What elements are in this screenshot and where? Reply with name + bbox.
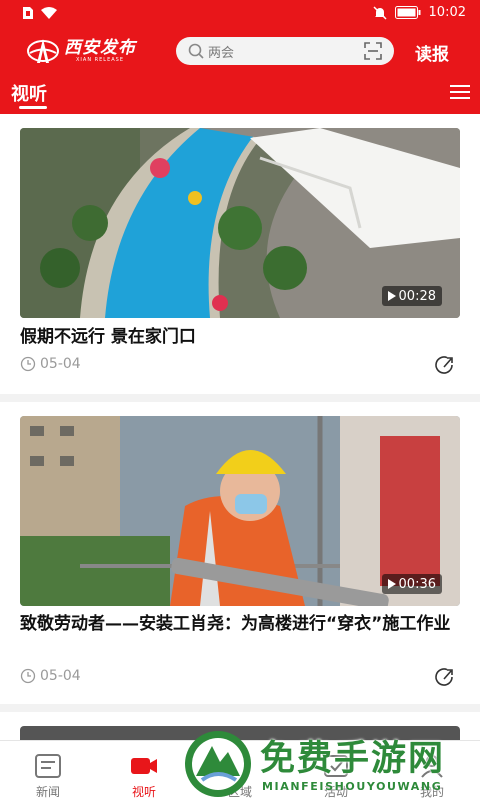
- nav-video-label: 视听: [131, 785, 156, 799]
- duration-text: 00:36: [398, 576, 436, 592]
- mute-icon: [373, 5, 387, 20]
- app-header: 西安发布 XIAN RELEASE 两会 读报: [0, 28, 480, 74]
- news-icon: [35, 754, 61, 778]
- read-paper-button[interactable]: 读报: [415, 40, 449, 65]
- watermark-logo-icon: [185, 731, 251, 797]
- video-meta: 05-04: [20, 668, 81, 684]
- nav-video[interactable]: 视听: [96, 741, 192, 801]
- card-separator: [0, 704, 480, 712]
- video-feed[interactable]: 00:28 假期不远行 景在家门口 05-04 00:36 致敬劳动者——安装工…: [0, 114, 480, 740]
- channel-tabbar: 视听: [0, 74, 480, 114]
- duration-text: 00:28: [398, 288, 436, 304]
- scan-icon[interactable]: [364, 42, 382, 60]
- tab-audiovisual[interactable]: 视听: [11, 80, 47, 106]
- wifi-icon: [41, 7, 57, 19]
- video-thumbnail[interactable]: 00:28: [20, 128, 460, 318]
- video-duration: 00:36: [381, 574, 442, 594]
- search-placeholder: 两会: [208, 45, 235, 61]
- logo-emblem-icon: [27, 39, 59, 63]
- clock-icon: [20, 356, 36, 372]
- nav-news[interactable]: 新闻: [0, 741, 96, 801]
- video-thumbnail[interactable]: 00:36: [20, 416, 460, 606]
- battery-icon: [394, 6, 421, 19]
- video-title[interactable]: 致敬劳动者——安装工肖尧：为高楼进行“穿衣”施工作业: [20, 610, 460, 638]
- watermark-sub: MIANFEISHOUYOUWANG: [262, 780, 443, 793]
- video-card[interactable]: 00:28 假期不远行 景在家门口 05-04: [0, 114, 480, 394]
- menu-icon[interactable]: [449, 83, 471, 101]
- video-meta: 05-04: [20, 356, 81, 372]
- sim-icon: [23, 7, 33, 19]
- play-icon: [387, 291, 396, 301]
- search-icon: [188, 43, 204, 59]
- nav-news-label: 新闻: [35, 785, 60, 799]
- tab-underline: [19, 106, 47, 109]
- app-logo[interactable]: 西安发布 XIAN RELEASE: [26, 36, 136, 66]
- card-separator: [0, 394, 480, 402]
- logo-name: 西安发布: [64, 37, 136, 58]
- video-title[interactable]: 假期不远行 景在家门口: [20, 323, 460, 351]
- clock-icon: [20, 668, 36, 684]
- video-card[interactable]: 00:36 致敬劳动者——安装工肖尧：为高楼进行“穿衣”施工作业 05-04: [0, 402, 480, 712]
- watermark-overlay: 免费手游网 MIANFEISHOUYOUWANG: [180, 728, 480, 800]
- share-icon[interactable]: [432, 353, 456, 377]
- video-date: 05-04: [40, 668, 81, 684]
- logo-sub: XIAN RELEASE: [76, 56, 124, 63]
- search-input[interactable]: 两会: [176, 37, 394, 65]
- video-icon: [131, 758, 157, 774]
- video-duration: 00:28: [381, 286, 442, 306]
- share-icon[interactable]: [432, 665, 456, 689]
- status-time: 10:02: [428, 5, 466, 20]
- watermark-title: 免费手游网: [260, 739, 446, 779]
- play-icon: [387, 579, 396, 589]
- video-date: 05-04: [40, 356, 81, 372]
- status-bar: 10:02: [0, 0, 480, 28]
